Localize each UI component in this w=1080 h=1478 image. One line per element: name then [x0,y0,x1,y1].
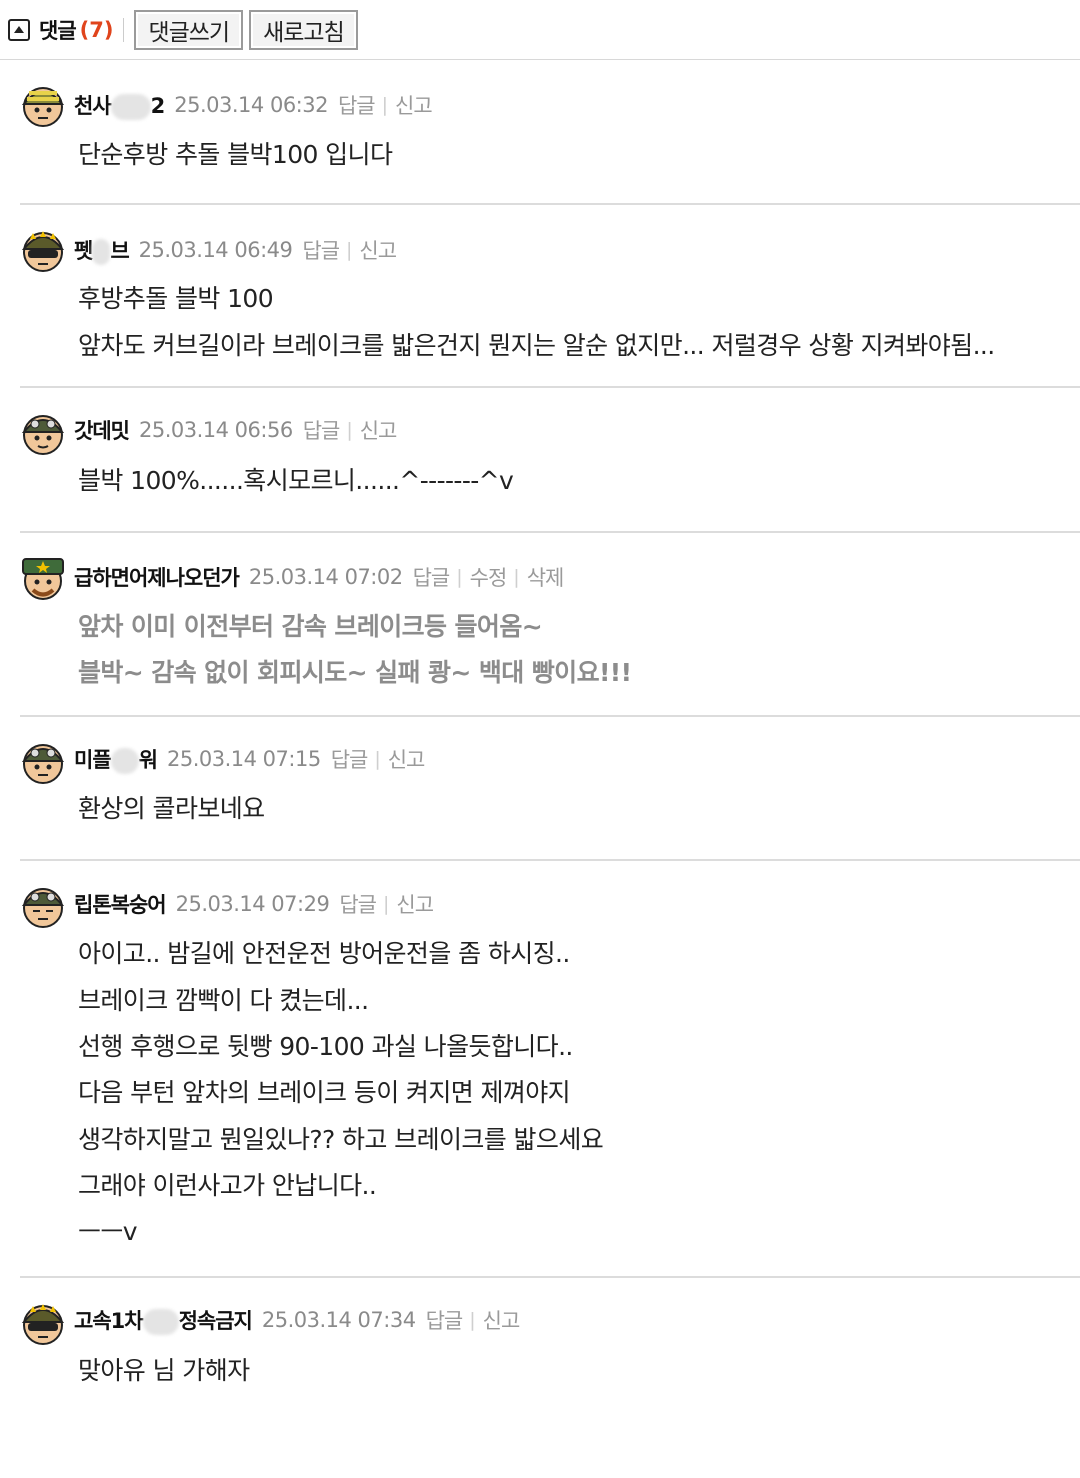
user-avatar-icon [22,558,64,600]
report-link[interactable]: 신고 [388,744,426,774]
comment-text: 환상의 콜라보네요 [78,794,265,823]
report-link[interactable]: 신고 [396,889,434,919]
comment-date: 25.03.14 07:15 [166,747,321,771]
comment-text: 아이고.. 밤길에 안전운전 방어운전을 좀 하시징.. [78,939,570,968]
comment-meta: 펫브 25.03.14 06:49 답글 | 신고 [74,235,397,265]
reply-link[interactable]: 답글 [426,1305,464,1335]
comment-item: 갓데밋 25.03.14 06:56 답글 | 신고 블박 100%......… [20,388,1080,533]
comment-item: 립톤복숭어 25.03.14 07:29 답글 | 신고 아이고.. 밤길에 안… [20,861,1080,1278]
comment-meta: 급하면어제나오던가 25.03.14 07:02 답글 | 수정 | 삭제 [74,562,565,592]
reply-link[interactable]: 답글 [413,562,451,592]
report-link[interactable]: 신고 [483,1305,521,1335]
comment-author[interactable]: 미플 워 [74,744,158,774]
comment-author[interactable]: 펫브 [74,235,130,265]
action-divider: | [469,1309,476,1331]
comment-text: 생각하지말고 뭔일있나?? 하고 브레이크를 밟으세요 [78,1125,604,1154]
comment-text: 블박~ 감속 없이 회피시도~ 실패 쾅~ 백대 빵이요!!! [78,658,632,687]
comment-meta: 천사 2 25.03.14 06:32 답글 | 신고 [74,90,433,120]
redacted-mark [92,239,111,265]
comment-count: (7) [79,17,114,42]
action-divider: | [382,893,390,915]
collapse-toggle-icon[interactable] [8,18,30,41]
comment-text: 다음 부턴 앞차의 브레이크 등이 켜지면 제껴야지 [78,1078,571,1107]
comment-text: ㅡㅡv [78,1217,138,1246]
comment-text: 선행 후행으로 뒷빵 90-100 과실 나올듯합니다.. [78,1032,573,1061]
refresh-button[interactable]: 새로고침 [249,9,358,50]
write-comment-button[interactable]: 댓글쓰기 [134,9,244,50]
comment-text: 브레이크 깜빡이 다 켰는데... [78,986,369,1015]
comment-item: 천사 2 25.03.14 06:32 답글 | 신고 단순후방 추돌 블박100… [20,60,1080,205]
reply-link[interactable]: 답글 [331,744,369,774]
comment-text: 단순후방 추돌 블박100 입니다 [78,140,393,169]
comment-text: 앞차 이미 이전부터 감속 브레이크등 들어옴~ [78,612,543,641]
report-link[interactable]: 신고 [359,235,397,265]
action-divider: | [346,239,353,261]
comment-section-label: 댓글 [39,18,77,43]
action-divider: | [456,566,463,588]
user-avatar-icon [21,415,65,455]
redacted-mark [142,1309,179,1335]
comment-date: 25.03.14 06:49 [138,238,293,262]
comment-meta: 립톤복숭어 25.03.14 07:29 답글 | 신고 [74,889,434,919]
comment-date: 25.03.14 07:34 [261,1308,416,1332]
comment-date: 25.03.14 07:02 [248,565,403,589]
comment-item: 급하면어제나오던가 25.03.14 07:02 답글 | 수정 | 삭제 앞차… [20,533,1080,717]
comment-text: 블박 100%......혹시모르니......^-------^v [78,466,514,495]
report-link[interactable]: 신고 [360,415,398,445]
comment-date: 25.03.14 06:32 [174,93,328,117]
reply-link[interactable]: 답글 [303,415,341,445]
action-divider: | [381,94,389,116]
user-avatar-icon [21,888,65,928]
comment-text: 앞차도 커브길이라 브레이크를 밟은건지 뭔지는 알순 없지만... 저럴경우 … [78,331,995,360]
user-avatar-icon [21,744,65,784]
comment-item: 펫브 25.03.14 06:49 답글 | 신고 후방추돌 블박 100 앞차… [20,205,1080,388]
toolbar-divider [123,17,125,42]
comment-author[interactable]: 갓데밋 [74,415,130,445]
comment-meta: 갓데밋 25.03.14 06:56 답글 | 신고 [74,415,398,445]
user-avatar-icon [21,1304,65,1345]
action-divider: | [374,748,381,770]
comment-author[interactable]: 립톤복숭어 [74,889,167,919]
action-divider: | [513,566,520,588]
comment-text: 그래야 이런사고가 안납니다.. [78,1171,377,1200]
comment-item: 미플 워 25.03.14 07:15 답글 | 신고 환상의 콜라보네요 [20,717,1080,861]
reply-link[interactable]: 답글 [302,235,340,265]
user-avatar-icon [21,87,65,127]
edit-link[interactable]: 수정 [470,562,508,592]
delete-link[interactable]: 삭제 [527,562,565,592]
comment-item: 고속1차 정속금지 25.03.14 07:34 답글 | 신고 맞아유 님 가해… [20,1278,1080,1478]
comment-meta: 고속1차 정속금지 25.03.14 07:34 답글 | 신고 [74,1305,521,1335]
comment-author[interactable]: 고속1차 정속금지 [74,1305,253,1335]
comment-toolbar: 댓글 (7) 댓글쓰기 새로고침 [0,0,1080,60]
reply-link[interactable]: 답글 [338,90,376,120]
reply-link[interactable]: 답글 [339,889,377,919]
comment-meta: 미플 워 25.03.14 07:15 답글 | 신고 [74,744,426,774]
redacted-mark [110,748,139,774]
action-divider: | [346,419,353,441]
comment-text: 맞아유 님 가해자 [78,1356,250,1385]
comment-author[interactable]: 급하면어제나오던가 [74,562,240,592]
report-link[interactable]: 신고 [395,90,433,120]
comment-date: 25.03.14 06:56 [138,418,293,442]
comment-author[interactable]: 천사 2 [74,90,165,120]
comment-text: 후방추돌 블박 100 [78,284,274,313]
user-avatar-icon [21,231,65,272]
comment-date: 25.03.14 07:29 [175,892,330,916]
redacted-mark [110,94,151,120]
